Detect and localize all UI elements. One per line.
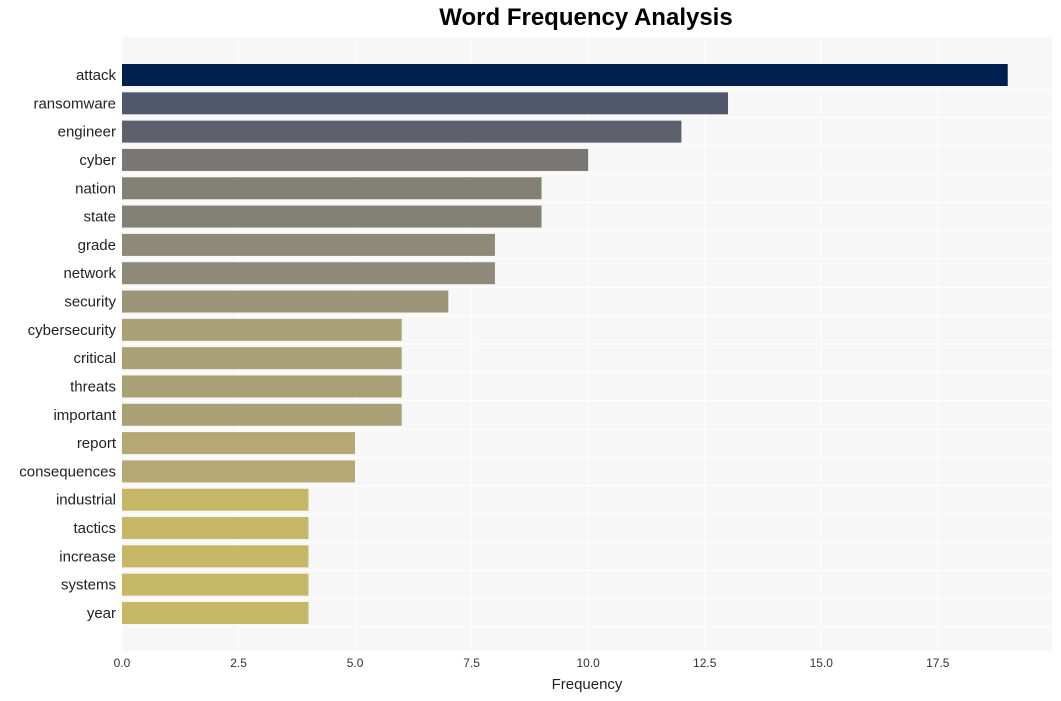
x-tick-label: 0.0 — [114, 656, 131, 670]
bar-grade — [122, 233, 495, 256]
category-label-attack: attack — [76, 67, 117, 84]
bar-report — [122, 432, 356, 455]
x-tick-label: 15.0 — [810, 656, 834, 670]
category-label-cybersecurity: cybersecurity — [28, 322, 117, 339]
bar-industrial — [122, 488, 309, 511]
category-label-grade: grade — [78, 237, 116, 254]
bar-attack — [122, 64, 1008, 86]
bar-systems — [122, 573, 309, 596]
category-label-report: report — [77, 435, 117, 452]
category-labels: attack ransomware engineer cyber nation state… — [19, 67, 117, 622]
bar-tactics — [122, 517, 309, 540]
category-label-consequences: consequences — [19, 463, 116, 480]
bar-consequences — [122, 460, 356, 483]
category-label-network: network — [63, 265, 116, 282]
category-label-cyber: cyber — [79, 152, 116, 169]
category-label-security: security — [64, 294, 116, 311]
bar-network — [122, 262, 495, 285]
category-label-threats: threats — [70, 378, 116, 395]
x-tick-label: 2.5 — [230, 656, 247, 670]
bar-increase — [122, 545, 309, 568]
category-label-nation: nation — [75, 180, 116, 197]
category-label-ransomware: ransomware — [33, 95, 116, 112]
category-label-year: year — [87, 605, 116, 622]
bar-security — [122, 290, 449, 313]
bar-nation — [122, 177, 542, 200]
x-tick-label: 12.5 — [693, 656, 717, 670]
bar-chart: attack ransomware engineer cyber nation state… — [19, 37, 1052, 693]
x-tick-label: 17.5 — [926, 656, 950, 670]
x-axis-title: Frequency — [552, 676, 623, 693]
category-label-systems: systems — [61, 577, 116, 594]
category-label-state: state — [83, 209, 116, 226]
bar-year — [122, 602, 309, 624]
x-tick-label: 5.0 — [347, 656, 364, 670]
bar-state — [122, 205, 542, 228]
bar-cybersecurity — [122, 318, 402, 341]
bar-critical — [122, 347, 402, 370]
x-tick-label: 7.5 — [463, 656, 480, 670]
category-label-increase: increase — [59, 548, 116, 565]
category-label-tactics: tactics — [73, 520, 116, 537]
category-label-critical: critical — [73, 350, 116, 367]
category-label-industrial: industrial — [56, 492, 116, 509]
bar-threats — [122, 375, 402, 398]
category-label-engineer: engineer — [58, 124, 116, 141]
x-tick-labels: 0.0 2.5 5.0 7.5 10.0 12.5 15.0 17.5 — [114, 656, 950, 670]
bar-important — [122, 403, 402, 426]
category-label-important: important — [53, 407, 116, 424]
bar-cyber — [122, 148, 589, 171]
bar-engineer — [122, 120, 682, 143]
bar-ransomware — [122, 92, 729, 115]
x-tick-label: 10.0 — [576, 656, 600, 670]
